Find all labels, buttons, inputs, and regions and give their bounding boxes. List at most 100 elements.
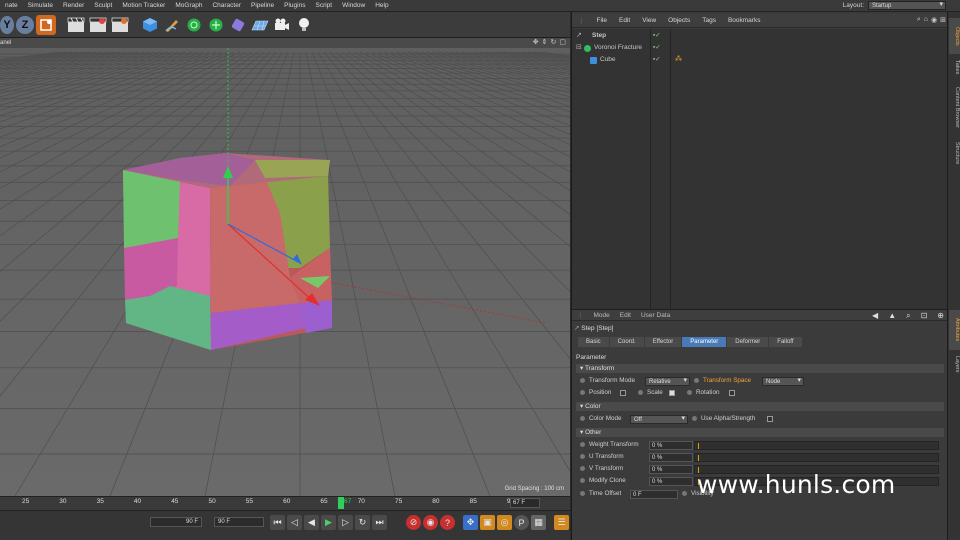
- zoom-view-icon[interactable]: ⇕: [542, 38, 548, 48]
- next-key-icon[interactable]: ↻: [355, 515, 370, 530]
- cloner-icon[interactable]: [206, 15, 226, 35]
- key-scale-icon[interactable]: ▣: [480, 515, 495, 530]
- key-parameter-icon[interactable]: P: [514, 515, 529, 530]
- next-frame-icon[interactable]: ▷: [338, 515, 353, 530]
- up-arrow-icon[interactable]: ▲: [888, 310, 896, 321]
- maximize-view-icon[interactable]: ▢: [559, 38, 566, 48]
- tab-deformer[interactable]: Deformer: [727, 337, 769, 347]
- search-icon[interactable]: ⌕: [917, 16, 921, 24]
- deformer-icon[interactable]: [228, 15, 248, 35]
- coordinate-system-icon[interactable]: [36, 14, 56, 35]
- tab-falloff[interactable]: Falloff: [769, 337, 802, 347]
- render-view-icon[interactable]: [66, 15, 86, 35]
- menu-help[interactable]: Help: [370, 0, 393, 12]
- timeline-window-icon[interactable]: ☰: [554, 515, 569, 530]
- animate-dot-icon[interactable]: [692, 415, 697, 421]
- current-frame-field[interactable]: 67 F: [510, 498, 540, 508]
- animate-dot-icon[interactable]: [580, 441, 585, 447]
- animate-dot-icon[interactable]: [694, 377, 699, 383]
- animate-dot-icon[interactable]: [638, 389, 643, 395]
- layout-dropdown[interactable]: Startup: [868, 1, 946, 10]
- layers-icon[interactable]: ◉: [931, 16, 937, 24]
- autokey-icon[interactable]: ◉: [423, 515, 438, 530]
- tab-effector[interactable]: Effector: [644, 337, 682, 347]
- om-menu-view[interactable]: View: [636, 17, 662, 24]
- position-checkbox[interactable]: [620, 390, 626, 396]
- menu-window[interactable]: Window: [337, 0, 370, 12]
- group-other-header[interactable]: ▾ Other: [576, 428, 944, 437]
- search-icon[interactable]: ⌕: [906, 310, 910, 321]
- animate-dot-icon[interactable]: [580, 465, 585, 471]
- animate-dot-icon[interactable]: [580, 490, 585, 496]
- cube-primitive-icon[interactable]: [140, 15, 160, 35]
- color-mode-dropdown[interactable]: Off: [630, 415, 688, 424]
- menu-simulate[interactable]: Simulate: [23, 0, 58, 12]
- menu-pipeline[interactable]: Pipeline: [246, 0, 279, 12]
- transform-space-dropdown[interactable]: Node: [762, 377, 804, 386]
- visibility-toggle-icon[interactable]: ▪✓: [653, 54, 661, 66]
- keyframe-selection-icon[interactable]: ?: [440, 515, 455, 530]
- object-row-voronoi-fracture[interactable]: ⊟ Voronoi Fracture ▪✓: [572, 42, 948, 54]
- attr-menu-user-data[interactable]: User Data: [636, 312, 675, 319]
- slider-handle[interactable]: [698, 455, 699, 461]
- animate-dot-icon[interactable]: [580, 415, 585, 421]
- weight-transform-slider[interactable]: [694, 441, 939, 450]
- preview-min-field[interactable]: 90 F: [150, 517, 202, 527]
- previous-frame-icon[interactable]: ◀: [304, 515, 319, 530]
- time-offset-field[interactable]: 0 F: [630, 490, 678, 499]
- subdivision-surface-icon[interactable]: [184, 15, 204, 35]
- menu-character[interactable]: Character: [207, 0, 246, 12]
- settings-icon[interactable]: ⊕: [937, 310, 944, 321]
- rotate-view-icon[interactable]: ↻: [551, 38, 557, 48]
- modify-clone-field[interactable]: 0 %: [649, 477, 693, 486]
- move-view-icon[interactable]: ✥: [533, 38, 539, 48]
- visibility-toggle-icon[interactable]: ▪✓: [653, 30, 661, 42]
- viewport-title[interactable]: anel: [0, 40, 11, 46]
- animate-dot-icon[interactable]: [580, 389, 585, 395]
- animate-dot-icon[interactable]: [580, 377, 585, 383]
- preview-max-field[interactable]: 90 F: [214, 517, 264, 527]
- weight-transform-field[interactable]: 0 %: [649, 441, 693, 450]
- use-alpha-checkbox[interactable]: [767, 416, 773, 422]
- sidetab-attributes[interactable]: Attributes: [949, 310, 960, 350]
- key-rotation-icon[interactable]: ◎: [497, 515, 512, 530]
- play-icon[interactable]: ▶: [321, 515, 336, 530]
- object-row-cube[interactable]: Cube ▪✓ ⁂: [572, 54, 948, 66]
- scale-checkbox[interactable]: [669, 390, 675, 396]
- sidetab-objects[interactable]: Objects: [949, 18, 960, 54]
- key-position-icon[interactable]: ✥: [463, 515, 478, 530]
- group-color-header[interactable]: ▾ Color: [576, 402, 944, 411]
- back-arrow-icon[interactable]: ◀: [872, 310, 878, 321]
- go-to-start-icon[interactable]: ⏮: [270, 515, 285, 530]
- floor-icon[interactable]: [250, 15, 270, 35]
- menu-motion-tracker[interactable]: Motion Tracker: [117, 0, 170, 12]
- previous-key-icon[interactable]: ◁: [287, 515, 302, 530]
- sidetab-content-browser[interactable]: Content Browser: [949, 80, 960, 134]
- animate-dot-icon[interactable]: [580, 453, 585, 459]
- tab-basic[interactable]: Basic: [578, 337, 609, 347]
- slider-handle[interactable]: [698, 443, 699, 449]
- tab-coord[interactable]: Coord.: [609, 337, 644, 347]
- object-name-step[interactable]: Step: [592, 30, 606, 42]
- sidetab-layers[interactable]: Layers: [949, 352, 960, 376]
- light-icon[interactable]: [294, 15, 314, 35]
- menu-mograph[interactable]: MoGraph: [170, 0, 207, 12]
- visibility-toggle-icon[interactable]: ▪✓: [653, 42, 661, 54]
- object-name-cube[interactable]: Cube: [600, 54, 616, 66]
- rotation-checkbox[interactable]: [729, 390, 735, 396]
- object-name-voronoi[interactable]: Voronoi Fracture: [594, 42, 642, 54]
- v-transform-field[interactable]: 0 %: [649, 465, 693, 474]
- phong-tag-icon[interactable]: ⁂: [675, 54, 682, 66]
- render-to-picture-viewer-icon[interactable]: [88, 15, 108, 35]
- menu-create[interactable]: nate: [0, 0, 23, 12]
- menu-sculpt[interactable]: Sculpt: [89, 0, 117, 12]
- home-icon[interactable]: ⌂: [924, 16, 928, 24]
- transform-mode-dropdown[interactable]: Relative: [645, 377, 690, 386]
- menu-plugins[interactable]: Plugins: [279, 0, 310, 12]
- go-to-end-icon[interactable]: ⏭: [372, 515, 387, 530]
- object-row-step[interactable]: ↗ Step ▪✓: [572, 30, 948, 42]
- record-icon[interactable]: ⊘: [406, 515, 421, 530]
- om-menu-bookmarks[interactable]: Bookmarks: [722, 17, 767, 24]
- animate-dot-icon[interactable]: [687, 389, 692, 395]
- group-transform-header[interactable]: ▾ Transform: [576, 364, 944, 373]
